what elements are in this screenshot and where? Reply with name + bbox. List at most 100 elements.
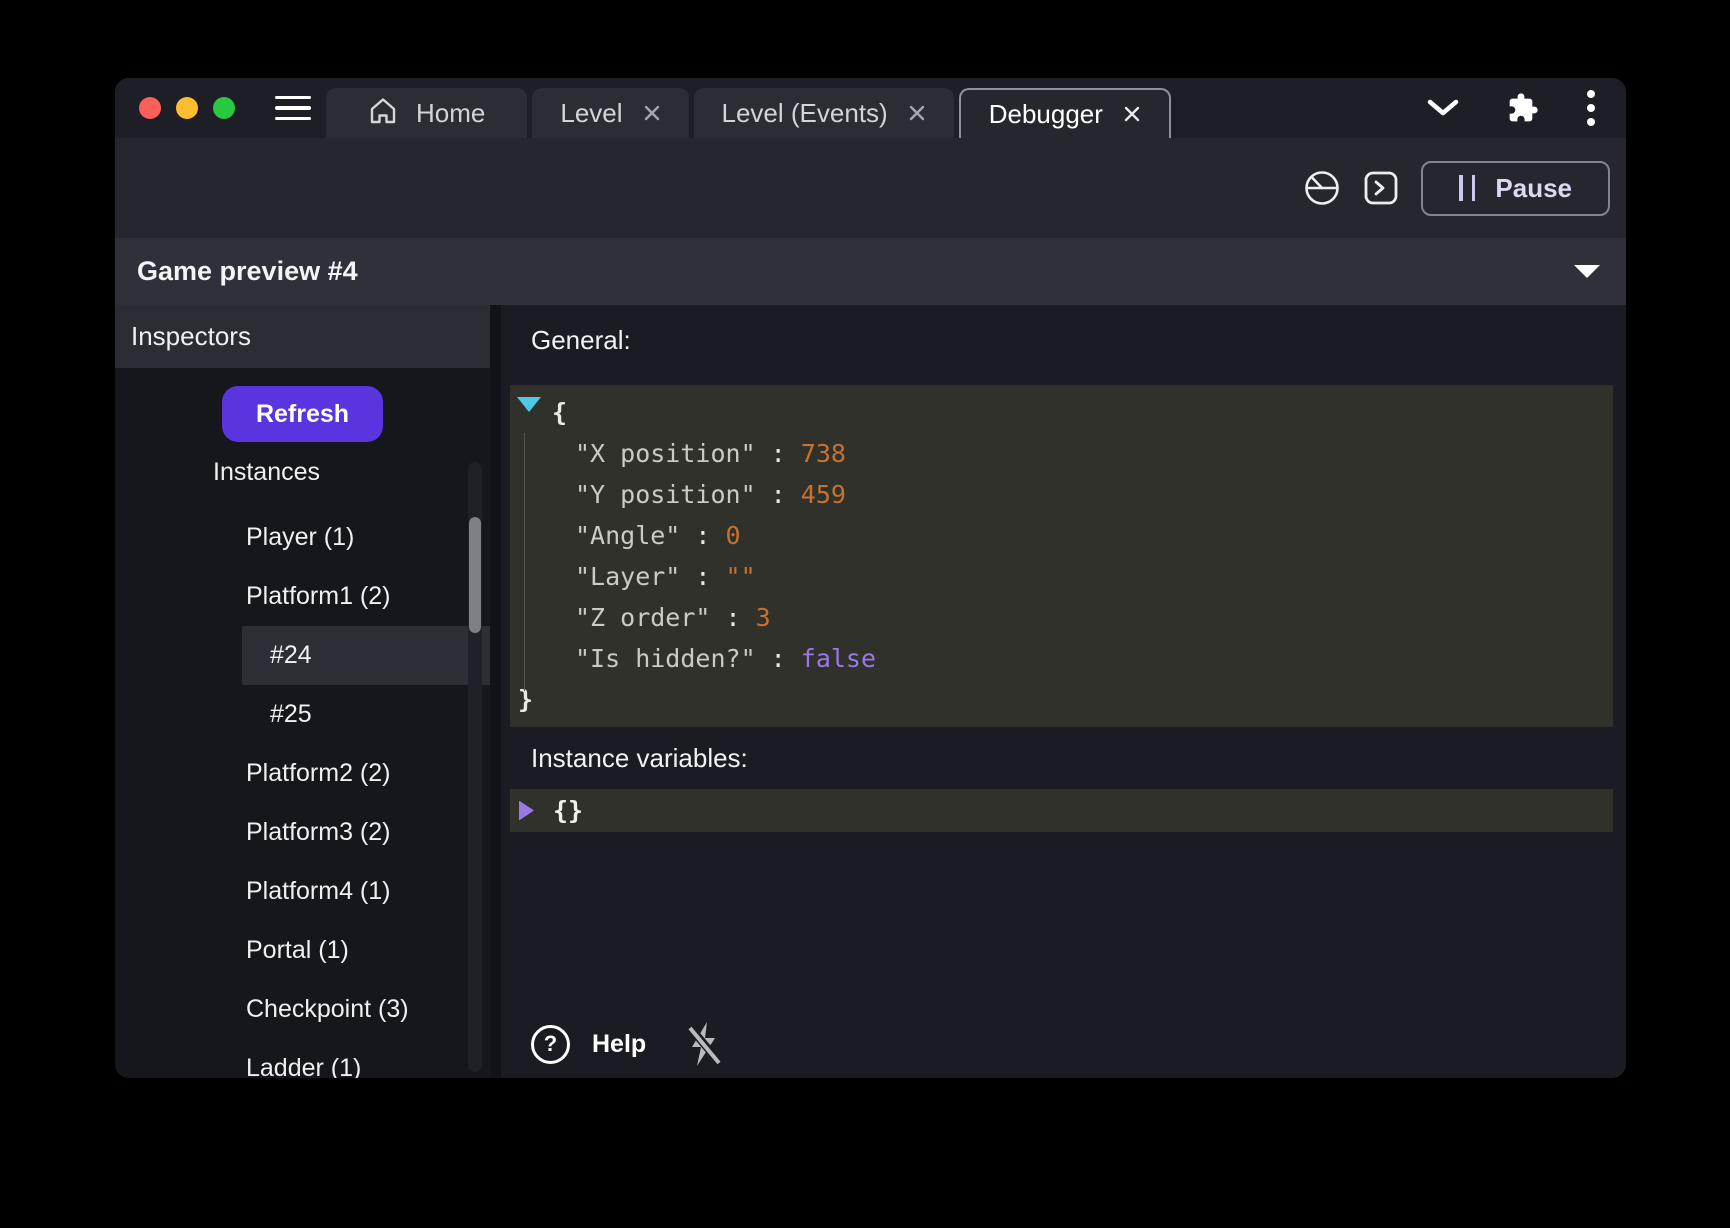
json-key: "Is hidden?" bbox=[575, 644, 756, 673]
chevron-down-icon[interactable] bbox=[1426, 98, 1460, 118]
instance-item-label: Portal (1) bbox=[246, 936, 349, 965]
instance-variables-label: Instance variables: bbox=[531, 741, 1626, 775]
instance-item-player-1[interactable]: Player (1) bbox=[242, 508, 474, 567]
json-entry-line: "Layer" : "" bbox=[510, 556, 1613, 597]
json-key: "Y position" bbox=[575, 480, 756, 509]
desktop-background: { "window": { "traffic_lights": ["close"… bbox=[0, 0, 1730, 1228]
inspectors-header: Inspectors bbox=[115, 305, 490, 368]
instance-item-label: Platform2 (2) bbox=[246, 759, 390, 788]
instances-root-item[interactable]: Instances bbox=[213, 456, 490, 488]
help-row: ? Help bbox=[531, 1020, 724, 1068]
instance-item-label: Platform1 (2) bbox=[246, 582, 390, 611]
json-brace-line: { bbox=[510, 392, 1613, 433]
json-entry-line: "Y position" : 459 bbox=[510, 474, 1613, 515]
tab-close-icon[interactable] bbox=[908, 104, 926, 122]
home-icon bbox=[368, 96, 398, 131]
debugger-window: HomeLevelLevel (Events)Debugger Pause Ga bbox=[115, 78, 1626, 1078]
instance-item-platform2-2[interactable]: Platform2 (2) bbox=[242, 744, 474, 803]
instance-item-label: #25 bbox=[270, 700, 312, 729]
tab-strip: Home Level Level (Events) Debugger bbox=[326, 88, 1171, 138]
instance-list: Player (1) Platform1 (2) #24 #25 Platform2 (… bbox=[115, 508, 490, 1078]
instance-item-platform1-2[interactable]: Platform1 (2) bbox=[242, 567, 474, 626]
inspector-panel: General: {"X position" : 738"Y position"… bbox=[501, 305, 1626, 1078]
hamburger-menu-icon[interactable] bbox=[275, 96, 311, 121]
panel-divider bbox=[490, 305, 501, 1078]
instance-item-label: Platform4 (1) bbox=[246, 877, 390, 906]
instance-item-label: #24 bbox=[270, 641, 312, 670]
json-value: "" bbox=[726, 562, 756, 591]
tab-label: Debugger bbox=[989, 99, 1103, 130]
pause-button-label: Pause bbox=[1495, 173, 1572, 204]
minimize-window-button[interactable] bbox=[176, 97, 198, 119]
traffic-lights bbox=[139, 97, 235, 119]
json-entry-line: "X position" : 738 bbox=[510, 433, 1613, 474]
tab-label: Home bbox=[416, 98, 485, 129]
tab-debugger[interactable]: Debugger bbox=[959, 88, 1171, 138]
json-separator: : bbox=[680, 562, 725, 591]
help-question-icon[interactable]: ? bbox=[531, 1025, 570, 1064]
instance-item-platform3-2[interactable]: Platform3 (2) bbox=[242, 803, 474, 862]
tab-home[interactable]: Home bbox=[326, 88, 527, 138]
scrollbar-thumb[interactable] bbox=[469, 517, 481, 633]
instance-item-24[interactable]: #24 bbox=[242, 626, 490, 685]
json-value: 459 bbox=[801, 480, 846, 509]
pause-icon bbox=[1459, 175, 1475, 201]
instance-item-ladder-1[interactable]: Ladder (1) bbox=[242, 1039, 474, 1078]
debugger-content: Inspectors Refresh Instances Player (1)P… bbox=[115, 305, 1626, 1078]
inspectors-body: Refresh Instances Player (1) Platform1 (2… bbox=[115, 368, 490, 1078]
json-separator: : bbox=[756, 644, 801, 673]
instance-item-checkpoint-3[interactable]: Checkpoint (3) bbox=[242, 980, 474, 1039]
collapse-caret-icon[interactable] bbox=[1574, 265, 1600, 278]
json-separator: : bbox=[756, 480, 801, 509]
zoom-window-button[interactable] bbox=[213, 97, 235, 119]
tab-close-icon[interactable] bbox=[1123, 105, 1141, 123]
tab-level-events[interactable]: Level (Events) bbox=[694, 88, 954, 138]
instance-item-label: Player (1) bbox=[246, 523, 354, 552]
tab-label: Level (Events) bbox=[722, 98, 888, 129]
json-value: 0 bbox=[726, 521, 741, 550]
json-entry-line: "Angle" : 0 bbox=[510, 515, 1613, 556]
instance-item-25[interactable]: #25 bbox=[242, 685, 490, 744]
titlebar-actions bbox=[1426, 88, 1596, 128]
tab-close-icon[interactable] bbox=[643, 104, 661, 122]
debugger-toolbar: Pause bbox=[115, 138, 1626, 238]
inspectors-sidebar: Inspectors Refresh Instances Player (1)P… bbox=[115, 305, 490, 1078]
instance-item-portal-1[interactable]: Portal (1) bbox=[242, 921, 474, 980]
game-preview-title: Game preview #4 bbox=[137, 256, 358, 287]
json-key: "Angle" bbox=[575, 521, 680, 550]
tab-label: Level bbox=[560, 98, 622, 129]
json-separator: : bbox=[756, 439, 801, 468]
json-separator: : bbox=[680, 521, 725, 550]
tab-level[interactable]: Level bbox=[532, 88, 688, 138]
json-entry-line: "Is hidden?" : false bbox=[510, 638, 1613, 679]
kebab-menu-icon[interactable] bbox=[1586, 88, 1596, 128]
profiler-gauge-icon[interactable] bbox=[1303, 169, 1341, 207]
help-label[interactable]: Help bbox=[592, 1030, 646, 1059]
instance-variables-tree: {} bbox=[510, 789, 1613, 832]
json-separator: : bbox=[710, 603, 755, 632]
instance-item-platform4-1[interactable]: Platform4 (1) bbox=[242, 862, 474, 921]
json-key: "X position" bbox=[575, 439, 756, 468]
instance-item-label: Ladder (1) bbox=[246, 1054, 361, 1078]
instance-item-label: Platform3 (2) bbox=[246, 818, 390, 847]
json-value: 3 bbox=[756, 603, 771, 632]
json-value: 738 bbox=[801, 439, 846, 468]
console-icon[interactable] bbox=[1363, 170, 1399, 206]
general-section-label: General: bbox=[531, 323, 1626, 357]
json-value: false bbox=[801, 644, 876, 673]
flash-off-icon[interactable] bbox=[684, 1020, 724, 1068]
game-preview-header[interactable]: Game preview #4 bbox=[115, 238, 1626, 305]
json-brace: } bbox=[518, 685, 533, 714]
extensions-puzzle-icon[interactable] bbox=[1507, 92, 1539, 124]
close-window-button[interactable] bbox=[139, 97, 161, 119]
json-brace: { bbox=[552, 398, 567, 427]
sidebar-scrollbar bbox=[468, 462, 482, 1072]
window-titlebar: Home Level Level (Events) Debugger bbox=[115, 78, 1626, 138]
json-entry-line: "Z order" : 3 bbox=[510, 597, 1613, 638]
json-key: "Z order" bbox=[575, 603, 710, 632]
json-brace-line: } bbox=[510, 679, 1613, 720]
pause-button[interactable]: Pause bbox=[1421, 161, 1610, 216]
instance-item-label: Checkpoint (3) bbox=[246, 995, 409, 1024]
refresh-button[interactable]: Refresh bbox=[222, 386, 383, 442]
general-json-tree: {"X position" : 738"Y position" : 459"An… bbox=[510, 385, 1613, 727]
